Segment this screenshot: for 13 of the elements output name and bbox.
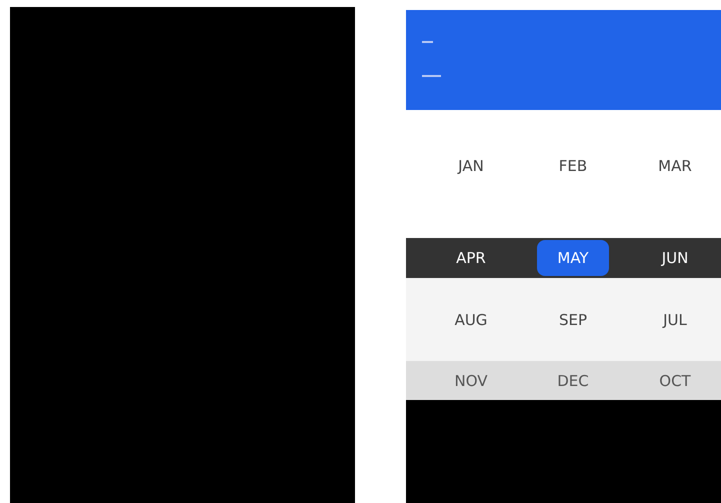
month-button[interactable]: MAY: [537, 240, 609, 276]
month-button[interactable]: FEB: [537, 148, 609, 184]
month-button[interactable]: JUL: [639, 302, 711, 338]
month-button[interactable]: NOV: [435, 362, 507, 398]
month-button[interactable]: AUG: [435, 302, 507, 338]
month-button[interactable]: SEP: [537, 302, 609, 338]
header-line: [422, 75, 441, 77]
month-button[interactable]: DEC: [537, 362, 609, 398]
month-button[interactable]: OCT: [639, 362, 711, 398]
month-button[interactable]: JAN: [435, 148, 507, 184]
month-button[interactable]: MAR: [639, 148, 711, 184]
month-button[interactable]: APR: [435, 240, 507, 276]
month-button[interactable]: JUN: [639, 240, 711, 276]
